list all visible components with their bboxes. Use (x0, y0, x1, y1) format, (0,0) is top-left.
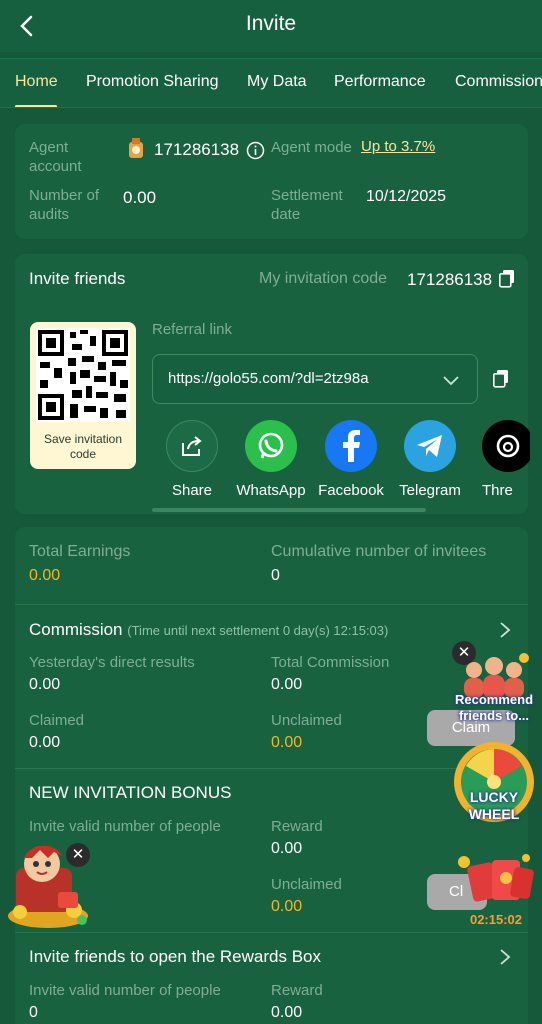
bonus-reward-value: 0.00 (271, 840, 303, 857)
invitation-code-label: My invitation code (259, 270, 388, 287)
audits-label: Number of audits (29, 187, 100, 223)
envelope-timer: 02:15:02 (469, 912, 523, 927)
referral-link-value: https://golo55.com/?dl=2tz98a (168, 370, 369, 387)
settlement-date-label: Settlement date (271, 187, 343, 223)
agent-account-value: 171286138 (154, 140, 240, 159)
app-header: Invite (0, 0, 542, 52)
section-divider (15, 932, 528, 933)
rewards-people-value: 0 (29, 1004, 38, 1021)
unclaimed-label: Unclaimed (271, 712, 342, 729)
tab-my-data[interactable]: My Data (247, 73, 307, 91)
copy-code-icon[interactable] (499, 270, 515, 288)
telegram-icon (404, 420, 456, 472)
telegram-label: Telegram (399, 482, 461, 499)
facebook-label: Facebook (318, 482, 384, 499)
total-commission-label: Total Commission (271, 654, 390, 671)
total-commission-value: 0.00 (271, 676, 303, 693)
rewards-people-label: Invite valid number of people (29, 982, 221, 999)
tab-bar: Home Promotion Sharing My Data Performan… (0, 58, 542, 108)
commission-settlement-note: (Time until next settlement 0 day(s) 12:… (127, 623, 389, 638)
invite-friends-title: Invite friends (29, 269, 126, 288)
yesterday-results-value: 0.00 (29, 676, 61, 693)
total-earnings-value: 0.00 (29, 567, 61, 584)
info-icon[interactable] (246, 141, 265, 160)
total-earnings-label: Total Earnings (29, 543, 131, 560)
referral-link-label: Referral link (152, 321, 233, 338)
lucky-wheel-label-line1: LUCKY (469, 789, 519, 805)
referral-link-field[interactable]: https://golo55.com/?dl=2tz98a (152, 354, 478, 404)
yesterday-results-label: Yesterday's direct results (29, 654, 195, 671)
claimed-value: 0.00 (29, 734, 61, 751)
unclaimed-value: 0.00 (271, 734, 303, 751)
close-icon[interactable]: ✕ (66, 843, 90, 867)
rewards-reward-value: 0.00 (271, 1004, 303, 1021)
bonus-unclaimed-value: 0.00 (271, 898, 303, 915)
share-scroll-indicator (152, 508, 426, 512)
active-tab-indicator (15, 105, 57, 107)
red-envelope-icon (458, 854, 534, 902)
whatsapp-icon (245, 420, 297, 472)
cumulative-invitees-label: Cumulative number of invitees (271, 543, 487, 560)
claimed-label: Claimed (29, 712, 85, 729)
lucky-wheel-widget[interactable]: LUCKY WHEEL (452, 740, 536, 828)
page-title: Invite (245, 12, 297, 35)
recommend-friends-widget[interactable]: Recommend friends to... (450, 652, 538, 726)
agent-mode-link[interactable]: Up to 3.7% (361, 138, 435, 155)
share-label: Share (171, 482, 213, 499)
medal-icon (127, 138, 145, 160)
invitation-code-value: 171286138 (407, 270, 493, 289)
settlement-date-value: 10/12/2025 (366, 188, 447, 205)
red-envelope-widget[interactable]: 02:15:02 (456, 850, 536, 930)
bonus-people-label: Invite valid number of people (29, 818, 221, 835)
agent-mode-label: Agent mode (271, 139, 352, 156)
tab-home[interactable]: Home (15, 73, 58, 91)
section-divider (15, 604, 528, 605)
agent-account-label: Agent account (29, 139, 82, 175)
chevron-right-icon[interactable] (499, 621, 511, 639)
save-invitation-code-label[interactable]: Save invitation code (30, 432, 136, 462)
tab-performance[interactable]: Performance (334, 73, 426, 91)
threads-share-button[interactable]: Thre (466, 420, 530, 499)
new-invitation-bonus-title: NEW INVITATION BONUS (29, 783, 232, 802)
whatsapp-label: WhatsApp (236, 482, 306, 499)
commission-title: Commission (Time until next settlement 0… (29, 620, 388, 640)
recommend-friends-label: Recommend friends to... (454, 692, 534, 723)
rewards-box-title: Invite friends to open the Rewards Box (29, 947, 321, 966)
chevron-right-icon[interactable] (499, 948, 511, 966)
copy-link-icon[interactable] (493, 370, 509, 388)
facebook-share-button[interactable]: Facebook (311, 420, 391, 499)
threads-label: Thre (482, 482, 513, 499)
commission-title-text: Commission (29, 620, 123, 639)
threads-icon (482, 420, 530, 472)
facebook-icon (325, 420, 377, 472)
qr-code-image (36, 328, 130, 422)
chevron-down-icon[interactable] (443, 373, 459, 386)
agent-info-card: Agent account 171286138 Agent mode Up to… (15, 124, 528, 239)
telegram-share-button[interactable]: Telegram (390, 420, 470, 499)
lucky-wheel-label-line2: WHEEL (468, 806, 520, 822)
rewards-reward-label: Reward (271, 982, 323, 999)
cumulative-invitees-value: 0 (271, 567, 280, 584)
whatsapp-share-button[interactable]: WhatsApp (231, 420, 311, 499)
tab-promotion-sharing[interactable]: Promotion Sharing (86, 73, 219, 91)
share-icon (166, 420, 218, 472)
share-button[interactable]: Share (152, 420, 232, 499)
bonus-reward-label: Reward (271, 818, 323, 835)
qr-code-panel[interactable]: Save invitation code (30, 322, 136, 469)
tab-commission[interactable]: Commission (455, 73, 542, 91)
bonus-unclaimed-label: Unclaimed (271, 876, 342, 893)
audits-value: 0.00 (123, 188, 157, 207)
